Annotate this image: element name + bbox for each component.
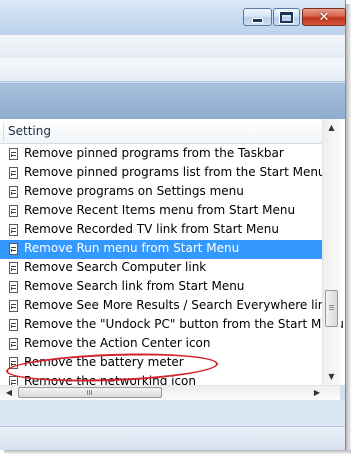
tabs-area	[0, 400, 345, 426]
list-item-label: Remove Recorded TV link from Start Menu	[24, 222, 279, 236]
close-icon: ✕	[318, 9, 330, 25]
menu-bar	[0, 34, 345, 59]
list-item-selected[interactable]: Remove Run menu from Start Menu	[0, 240, 322, 259]
policy-setting-icon	[9, 300, 18, 312]
minimize-button[interactable]	[243, 8, 272, 26]
list-item[interactable]: Remove pinned programs list from the Sta…	[0, 164, 326, 183]
scroll-down-icon[interactable]: ▼	[324, 369, 339, 384]
window-shadow	[346, 4, 351, 452]
column-separator	[3, 123, 4, 141]
grip-icon	[329, 305, 334, 306]
policy-setting-icon	[9, 319, 18, 331]
list-item-label: Remove Search Computer link	[24, 260, 207, 274]
scroll-left-icon[interactable]: ◀	[2, 386, 16, 400]
list-item[interactable]: Remove the Action Center icon	[0, 335, 322, 354]
list-item[interactable]: Remove Search link from Start Menu	[0, 278, 322, 297]
horizontal-scrollbar[interactable]: ◀ ▶	[0, 385, 340, 400]
list-item-label: Remove Recent Items menu from Start Menu	[24, 203, 296, 217]
minimize-icon	[252, 17, 263, 23]
policy-setting-icon	[9, 338, 18, 350]
policy-setting-icon	[9, 281, 18, 293]
maximize-icon	[280, 11, 293, 23]
horizontal-scroll-thumb[interactable]	[18, 387, 162, 398]
settings-list: Remove pinned programs from the Taskbar R…	[0, 145, 344, 385]
policy-setting-icon	[9, 224, 18, 236]
list-item-label: Remove the "Undock PC" button from the S…	[24, 317, 344, 331]
column-header-setting[interactable]: Setting	[0, 120, 322, 144]
list-item-label: Remove Run menu from Start Menu	[24, 241, 240, 255]
list-item[interactable]: Remove Recent Items menu from Start Menu	[0, 202, 322, 221]
list-item-label: Remove pinned programs from the Taskbar	[24, 146, 284, 160]
policy-setting-icon	[9, 205, 18, 217]
column-header-label: Setting	[8, 124, 51, 138]
policy-setting-icon	[9, 167, 18, 179]
list-item-label: Remove Search link from Start Menu	[24, 279, 245, 293]
policy-setting-icon	[9, 243, 18, 255]
list-item[interactable]: Remove Recorded TV link from Start Menu	[0, 221, 322, 240]
status-bar	[0, 426, 345, 450]
policy-setting-icon	[9, 186, 18, 198]
list-item-label: Remove See More Results / Search Everywh…	[24, 298, 333, 312]
list-item-label: Remove programs on Settings menu	[24, 184, 244, 198]
scroll-up-icon[interactable]: ▲	[324, 120, 339, 135]
toolbar	[0, 58, 345, 82]
window-shadow	[4, 450, 351, 454]
pane-header	[0, 83, 345, 119]
vertical-scrollbar[interactable]: ▲ ▼	[322, 119, 341, 385]
window-frame: ✕ Setting Remove pinned programs from th…	[0, 0, 346, 450]
grip-icon	[87, 390, 88, 395]
policy-setting-icon	[9, 262, 18, 274]
policy-setting-icon	[9, 148, 18, 160]
scroll-right-icon[interactable]: ▶	[310, 386, 324, 400]
close-button[interactable]: ✕	[302, 8, 346, 26]
list-item[interactable]: Remove See More Results / Search Everywh…	[0, 297, 332, 316]
list-item-label: Remove pinned programs list from the Sta…	[24, 165, 326, 179]
list-item[interactable]: Remove pinned programs from the Taskbar	[0, 145, 322, 164]
maximize-button[interactable]	[273, 8, 300, 26]
title-bar[interactable]: ✕	[0, 0, 346, 34]
policy-setting-icon	[9, 376, 18, 385]
list-item[interactable]: Remove the "Undock PC" button from the S…	[0, 316, 344, 335]
vertical-scroll-thumb[interactable]	[325, 290, 338, 327]
list-item-label: Remove the Action Center icon	[24, 336, 211, 350]
list-item[interactable]: Remove programs on Settings menu	[0, 183, 322, 202]
list-item[interactable]: Remove Search Computer link	[0, 259, 322, 278]
settings-list-pane: Setting Remove pinned programs from the …	[0, 119, 345, 385]
